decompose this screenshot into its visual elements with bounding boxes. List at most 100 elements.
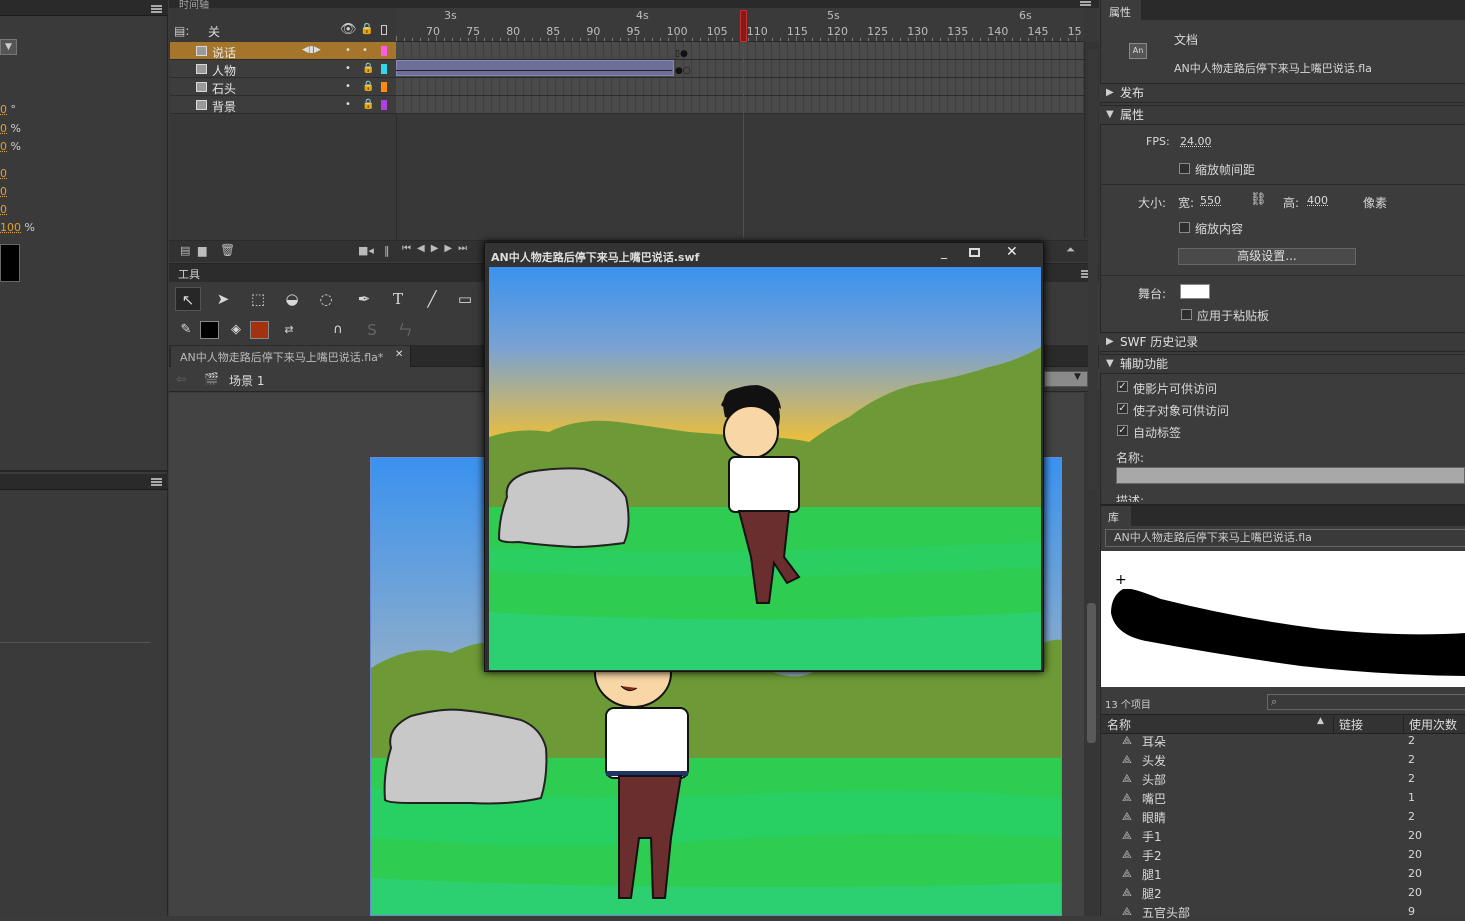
visibility-dot[interactable]: • bbox=[345, 45, 351, 56]
layer-name[interactable]: 人物 bbox=[212, 62, 236, 79]
library-item[interactable]: ⟁ 腿1 20 bbox=[1100, 864, 1465, 883]
layer-frames[interactable] bbox=[396, 96, 1084, 114]
color-swatch[interactable] bbox=[0, 244, 20, 282]
properties-tab[interactable]: 属性 bbox=[1109, 4, 1131, 20]
left-value-row[interactable]: 0 bbox=[0, 203, 7, 216]
eye-icon[interactable]: 👁 bbox=[340, 22, 357, 37]
library-item[interactable]: ⟁ 眼睛 2 bbox=[1100, 807, 1465, 826]
text-tool-icon[interactable]: T bbox=[385, 287, 411, 311]
subselection-tool-icon[interactable]: ➤ bbox=[210, 287, 236, 311]
panel-menu-icon[interactable] bbox=[151, 5, 162, 13]
tools-tab[interactable]: 工具 bbox=[178, 266, 200, 282]
lock-icon[interactable]: 🔒 bbox=[362, 63, 374, 74]
scene-label[interactable]: 场景 1 bbox=[229, 372, 264, 389]
layer-color-swatch[interactable] bbox=[381, 100, 387, 110]
paint-bucket-icon[interactable]: ◈ bbox=[223, 318, 249, 342]
sync-icon[interactable]: ‖ bbox=[384, 244, 390, 257]
minimize-icon[interactable]: _ bbox=[941, 245, 947, 259]
new-folder-icon[interactable]: ▆ bbox=[198, 244, 206, 257]
left-value-row[interactable]: 0 bbox=[0, 167, 7, 180]
scale-content-checkbox[interactable] bbox=[1179, 222, 1190, 233]
left-value-row[interactable]: 100 % bbox=[0, 221, 35, 234]
apply-paste-checkbox[interactable] bbox=[1181, 309, 1192, 320]
advanced-settings-button[interactable]: 高级设置... bbox=[1178, 248, 1356, 265]
fps-value[interactable]: 24.00 bbox=[1180, 135, 1212, 148]
delete-icon[interactable]: 🗑 bbox=[220, 243, 235, 257]
close-icon[interactable]: ✕ bbox=[395, 349, 403, 360]
library-tab[interactable]: 库 bbox=[1108, 509, 1119, 525]
section-publish[interactable]: ▶ 发布 bbox=[1100, 83, 1465, 103]
library-item[interactable]: ⟁ 五官头部 9 bbox=[1100, 902, 1465, 921]
name-input[interactable] bbox=[1116, 467, 1465, 484]
layer-color-swatch[interactable] bbox=[381, 82, 387, 92]
lock-icon[interactable]: 🔒 bbox=[362, 99, 374, 110]
layer-frames[interactable] bbox=[396, 42, 1084, 60]
swap-colors-icon[interactable]: ⇄ bbox=[276, 318, 302, 342]
back-arrow-icon[interactable]: ⇦ bbox=[176, 372, 186, 386]
playhead[interactable] bbox=[740, 10, 747, 42]
fill-color-swatch[interactable] bbox=[250, 321, 269, 339]
line-tool-icon[interactable]: ╱ bbox=[419, 287, 445, 311]
sort-up-icon[interactable]: ▲ bbox=[1317, 716, 1324, 726]
layer-name[interactable]: 石头 bbox=[212, 80, 236, 97]
left-value-row[interactable]: 0 ° bbox=[0, 103, 16, 116]
timeline-layer[interactable]: 石头 • 🔒 bbox=[170, 78, 396, 96]
lock-dot[interactable]: • bbox=[362, 45, 368, 56]
new-layer-icon[interactable]: ▤ bbox=[180, 244, 190, 257]
properties-scrollbar[interactable] bbox=[1088, 50, 1098, 490]
timeline-layers-icon[interactable]: ▤: bbox=[174, 24, 189, 38]
swf-window[interactable]: AN中人物走路后停下来马上嘴巴说话.swf _ ✕ bbox=[484, 242, 1044, 672]
scale-spans-checkbox[interactable] bbox=[1179, 163, 1190, 174]
visibility-dot[interactable]: • bbox=[345, 99, 351, 110]
link-icon[interactable]: ⛓ bbox=[1250, 192, 1267, 207]
dropdown-arrow-icon[interactable]: ▼ bbox=[0, 39, 17, 55]
layer-color-swatch[interactable] bbox=[381, 64, 387, 74]
stage-color-swatch[interactable] bbox=[1180, 284, 1210, 299]
section-swf-history[interactable]: ▶ SWF 历史记录 bbox=[1100, 332, 1465, 352]
acc-movie-checkbox[interactable]: ✓ bbox=[1117, 381, 1128, 392]
library-item[interactable]: ⟁ 头发 2 bbox=[1100, 750, 1465, 769]
left-value-row[interactable]: 0 % bbox=[0, 140, 21, 153]
stroke-color-swatch[interactable] bbox=[200, 321, 219, 339]
height-value[interactable]: 400 bbox=[1307, 194, 1328, 207]
close-icon[interactable]: ✕ bbox=[1006, 244, 1018, 260]
library-file-select[interactable]: AN中人物走路后停下来马上嘴巴说话.fla bbox=[1105, 529, 1465, 547]
library-item[interactable]: ⟁ 腿2 20 bbox=[1100, 883, 1465, 902]
playback-controls[interactable]: ⏮◀▶▶⏭ bbox=[402, 243, 473, 254]
timeline-layer[interactable]: 人物 • 🔒 bbox=[170, 60, 396, 78]
section-properties[interactable]: ▼ 属性 bbox=[1100, 105, 1465, 125]
outline-icon[interactable] bbox=[381, 25, 387, 35]
pen-tool-icon[interactable]: ✒ bbox=[351, 287, 377, 311]
camera-icon[interactable]: ■◂ bbox=[358, 244, 374, 257]
lasso-tool-icon[interactable]: ◌ bbox=[313, 287, 339, 311]
acc-auto-checkbox[interactable]: ✓ bbox=[1117, 425, 1128, 436]
visibility-dot[interactable]: • bbox=[345, 81, 351, 92]
library-item[interactable]: ⟁ 手1 20 bbox=[1100, 826, 1465, 845]
layer-frames[interactable] bbox=[396, 78, 1084, 96]
library-item[interactable]: ⟁ 耳朵 2 bbox=[1100, 731, 1465, 750]
keyframe[interactable]: ●○ bbox=[675, 66, 691, 76]
lock-icon[interactable]: 🔒 bbox=[362, 81, 374, 92]
layer-nav-icon[interactable]: ◀▮▶ bbox=[302, 45, 321, 55]
left-value-row[interactable]: 0 % bbox=[0, 122, 21, 135]
library-item[interactable]: ⟁ 嘴巴 1 bbox=[1100, 788, 1465, 807]
panel-menu-icon[interactable] bbox=[151, 478, 162, 486]
3d-rotation-tool-icon[interactable]: ◒ bbox=[279, 287, 305, 311]
library-item[interactable]: ⟁ 手2 20 bbox=[1100, 845, 1465, 864]
left-value-row[interactable]: 0 bbox=[0, 185, 7, 198]
library-item[interactable]: ⟁ 头部 2 bbox=[1100, 769, 1465, 788]
maximize-icon[interactable] bbox=[969, 248, 980, 257]
visibility-dot[interactable]: • bbox=[345, 63, 351, 74]
layer-name[interactable]: 说话 bbox=[212, 44, 236, 61]
tween-span[interactable] bbox=[396, 60, 674, 76]
lock-icon[interactable]: 🔒 bbox=[360, 22, 374, 35]
library-search-input[interactable]: ⌕ bbox=[1267, 694, 1465, 710]
free-transform-tool-icon[interactable]: ⬚ bbox=[245, 287, 271, 311]
layer-name[interactable]: 背景 bbox=[212, 98, 236, 115]
panel-menu-icon[interactable] bbox=[1080, 0, 1091, 6]
collapse-icon[interactable]: ⏶ bbox=[1066, 243, 1075, 257]
document-tab[interactable]: AN中人物走路后停下来马上嘴巴说话.fla* ✕ bbox=[171, 346, 411, 367]
layer-color-swatch[interactable] bbox=[381, 46, 387, 56]
zoom-select[interactable]: ▼ bbox=[1044, 371, 1088, 387]
keyframe[interactable]: ▯● bbox=[675, 49, 688, 59]
